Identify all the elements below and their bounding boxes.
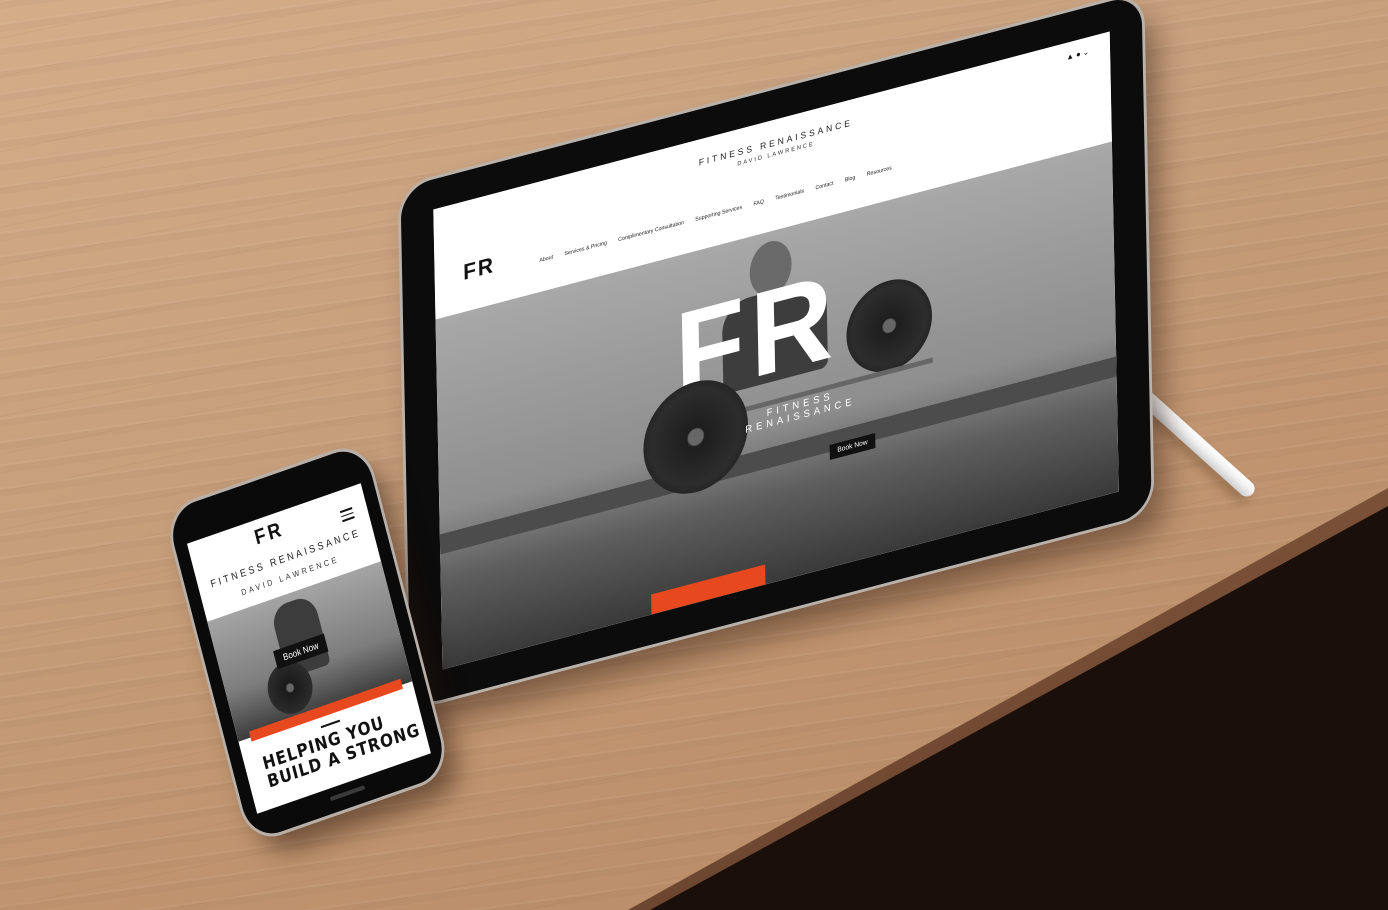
tablet-accent-bar xyxy=(651,564,766,615)
nav-item-blog[interactable]: Blog xyxy=(845,175,856,184)
desk-scene: FR FITNESS RENAISSANCE DAVID LAWRENCE ▲ … xyxy=(0,0,1388,910)
tablet-logo[interactable]: FR xyxy=(463,252,495,286)
nav-item-consultation[interactable]: Complimentary Consultation xyxy=(618,220,684,243)
nav-item-services-pricing[interactable]: Services & Pricing xyxy=(564,240,607,257)
nav-item-contact[interactable]: Contact xyxy=(815,181,833,192)
tablet-brand-title: FITNESS RENAISSANCE xyxy=(698,117,853,168)
nav-item-supporting-services[interactable]: Supporting Services xyxy=(695,205,742,223)
nav-item-about[interactable]: About xyxy=(539,254,553,264)
phone-logo[interactable]: FR xyxy=(252,518,286,551)
nav-item-resources[interactable]: Resources xyxy=(867,165,892,178)
phone-speaker-grille xyxy=(329,785,366,802)
nav-item-faq[interactable]: FAQ xyxy=(753,199,764,208)
tablet-account-icons[interactable]: ▲ ● ⌄ xyxy=(1066,47,1089,62)
nav-item-testimonials[interactable]: Testimonials xyxy=(775,188,804,202)
hamburger-menu-icon[interactable] xyxy=(339,504,355,525)
